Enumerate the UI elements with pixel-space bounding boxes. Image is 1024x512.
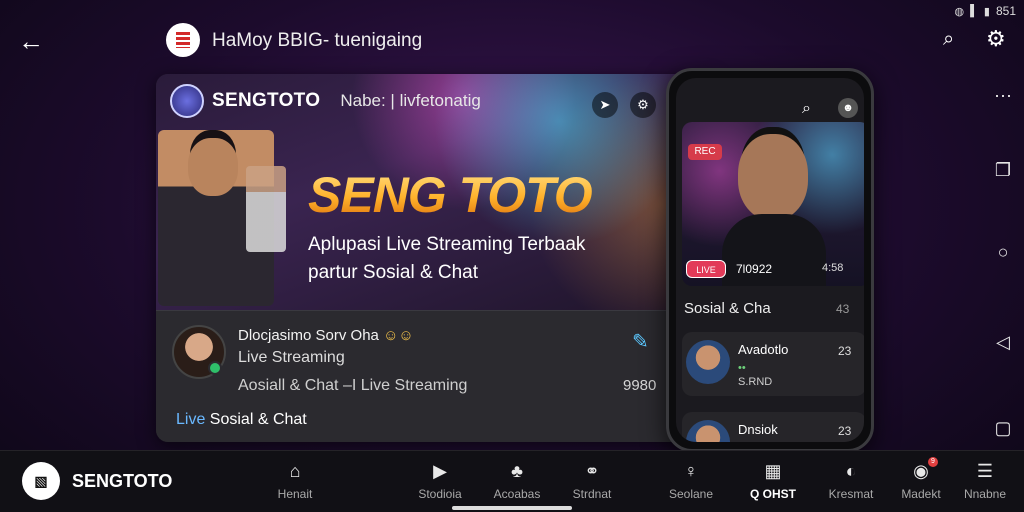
app-logo — [166, 23, 200, 57]
tab-label: Kresmat — [828, 487, 874, 501]
tab-label: Madekt — [901, 487, 941, 501]
hero-banner: SENGTOTO Nabe: | livfetonatig ➤ ⚙ SENG T… — [156, 74, 716, 310]
cohost-photo — [246, 166, 286, 252]
tab-madekt[interactable]: ◉ 9 Madekt — [886, 457, 956, 501]
chat-item[interactable]: Dnsiok 23 ••• • — [682, 412, 864, 442]
stream-card[interactable]: SENGTOTO Nabe: | livfetonatig ➤ ⚙ SENG T… — [156, 74, 716, 442]
home-indicator[interactable] — [452, 506, 572, 510]
signal-icon: ▌ — [970, 5, 978, 17]
phone-search-icon[interactable]: ⌕ — [802, 100, 811, 118]
settings-icon[interactable]: ⚙ — [630, 92, 656, 118]
tab-label: Strdnat — [572, 487, 612, 501]
link-icon: ⚭ — [584, 461, 600, 481]
chat-count: 23 — [838, 424, 852, 438]
tab-kresmat[interactable]: ◐ Kresmat — [816, 459, 886, 501]
community-icon: ♣ — [511, 461, 523, 481]
phone-section-count: 43 — [836, 302, 850, 316]
tab-henait[interactable]: ⌂ Henait — [260, 459, 330, 501]
notification-icon: ◉ — [913, 461, 929, 481]
more-icon[interactable]: ⋯ — [986, 86, 1020, 107]
share-icon[interactable]: ➤ — [592, 92, 618, 118]
chat-item[interactable]: Avadotlo 23 •• S.RND — [682, 332, 864, 396]
footer-text: Sosial & Chat — [205, 411, 307, 428]
tab-strdnat[interactable]: ⚭ Strdnat — [557, 459, 627, 501]
chat-name: Avadotlo — [738, 342, 789, 357]
edit-icon[interactable]: ✎ — [632, 329, 649, 354]
bottom-logo[interactable]: ▧ — [22, 462, 60, 500]
phone-mockup: ⌕ ☻ REC LIVE 7l0922 4:58 Sosial & Cha 43… — [666, 68, 874, 452]
emoji-icon: ☺☺ — [383, 327, 414, 344]
tab-seolane[interactable]: ♀ Seolane — [656, 459, 726, 501]
viewer-count: 9980 — [623, 377, 657, 394]
card-footer[interactable]: Live Sosial & Chat — [176, 411, 307, 429]
tab-label: Nnabne — [963, 487, 1007, 501]
brand-subtitle: Nabe: | livfetonatig — [340, 91, 481, 110]
tab-stodioia[interactable]: ▶ Stodioia — [405, 459, 475, 501]
chat-message: •• — [738, 362, 746, 374]
notification-badge: 9 — [928, 457, 938, 467]
wifi-icon: ◍ — [954, 5, 965, 18]
hero-tagline-2: partur Sosial & Chat — [308, 262, 479, 283]
tab-label: Seolane — [668, 487, 714, 501]
stream-time: 7l0922 — [736, 262, 773, 276]
live-badge: LIVE — [686, 260, 726, 278]
tab-label: Henait — [277, 487, 313, 501]
search-icon[interactable]: ⌕ — [943, 28, 954, 51]
host-name: Dlocjasimo Sorv Oha ☺☺ — [238, 327, 414, 344]
bottom-brand: SENGTOTO — [72, 471, 173, 491]
tab-acoabas[interactable]: ♣ Acoabas — [482, 459, 552, 501]
recents-square-icon[interactable]: ▢ — [986, 418, 1020, 439]
chat-message-2: S.RND — [738, 376, 773, 388]
person-icon: ♀ — [684, 461, 698, 481]
house-icon: ⌂ — [289, 461, 301, 481]
verified-badge-icon — [208, 361, 222, 375]
tab-nnabne[interactable]: ☰ Nnabne — [950, 459, 1020, 501]
chat-count: 23 — [838, 344, 852, 358]
host-name-text: Dlocjasimo Sorv Oha — [238, 327, 379, 344]
home-circle-icon[interactable]: ○ — [986, 242, 1020, 263]
video-icon: ▶ — [433, 461, 447, 481]
tab-label: Stodioia — [418, 487, 462, 501]
phone-section-title: Sosial & Cha — [684, 300, 771, 317]
right-nav: ⋯ ❐ ○ ◁ ▢ — [986, 0, 1020, 450]
top-bar: ← HaMoy BBIG- tuenigaing ⌕ ⚙ — [0, 22, 1024, 64]
stream-duration: 4:58 — [822, 262, 844, 274]
chat-avatar — [686, 420, 730, 442]
back-triangle-icon[interactable]: ◁ — [986, 332, 1020, 353]
tab-label: Acoabas — [493, 487, 541, 501]
tab-label: Q OHST — [749, 487, 796, 501]
rec-badge: REC — [688, 144, 722, 160]
hero-tagline-1: Aplupasi Live Streaming Terbaak — [308, 234, 586, 255]
tab-ohst[interactable]: ▦ Q OHST — [738, 459, 808, 501]
bookmark-icon[interactable]: ❐ — [986, 160, 1020, 181]
back-arrow-icon[interactable]: ← — [18, 28, 44, 54]
app-title: HaMoy BBIG- tuenigaing — [212, 30, 423, 51]
host-role: Live Streaming — [238, 349, 345, 366]
chat-name: Dnsiok — [738, 422, 778, 437]
grid-icon: ▦ — [764, 461, 782, 481]
brand-logo — [170, 84, 204, 118]
brand-name: SENGTOTO — [212, 90, 321, 111]
chat-avatar — [686, 340, 730, 384]
host-info: Dlocjasimo Sorv Oha ☺☺ Live Streaming Ao… — [156, 310, 716, 442]
bottom-nav: ▧ SENGTOTO ⌂ Henait ▶ Stodioia ♣ Acoabas… — [0, 450, 1024, 512]
host-categories: Aosiall & Chat –I Live Streaming — [238, 377, 468, 394]
menu-icon: ☰ — [976, 461, 994, 481]
phone-profile-icon[interactable]: ☻ — [838, 98, 858, 118]
hero-title: SENG TOTO — [308, 167, 593, 223]
gauge-icon: ◐ — [845, 461, 857, 481]
footer-highlight: Live — [176, 411, 206, 428]
hero-header: SENGTOTO Nabe: | livfetonatig — [170, 84, 481, 118]
phone-screen: ⌕ ☻ REC LIVE 7l0922 4:58 Sosial & Cha 43… — [676, 78, 864, 442]
